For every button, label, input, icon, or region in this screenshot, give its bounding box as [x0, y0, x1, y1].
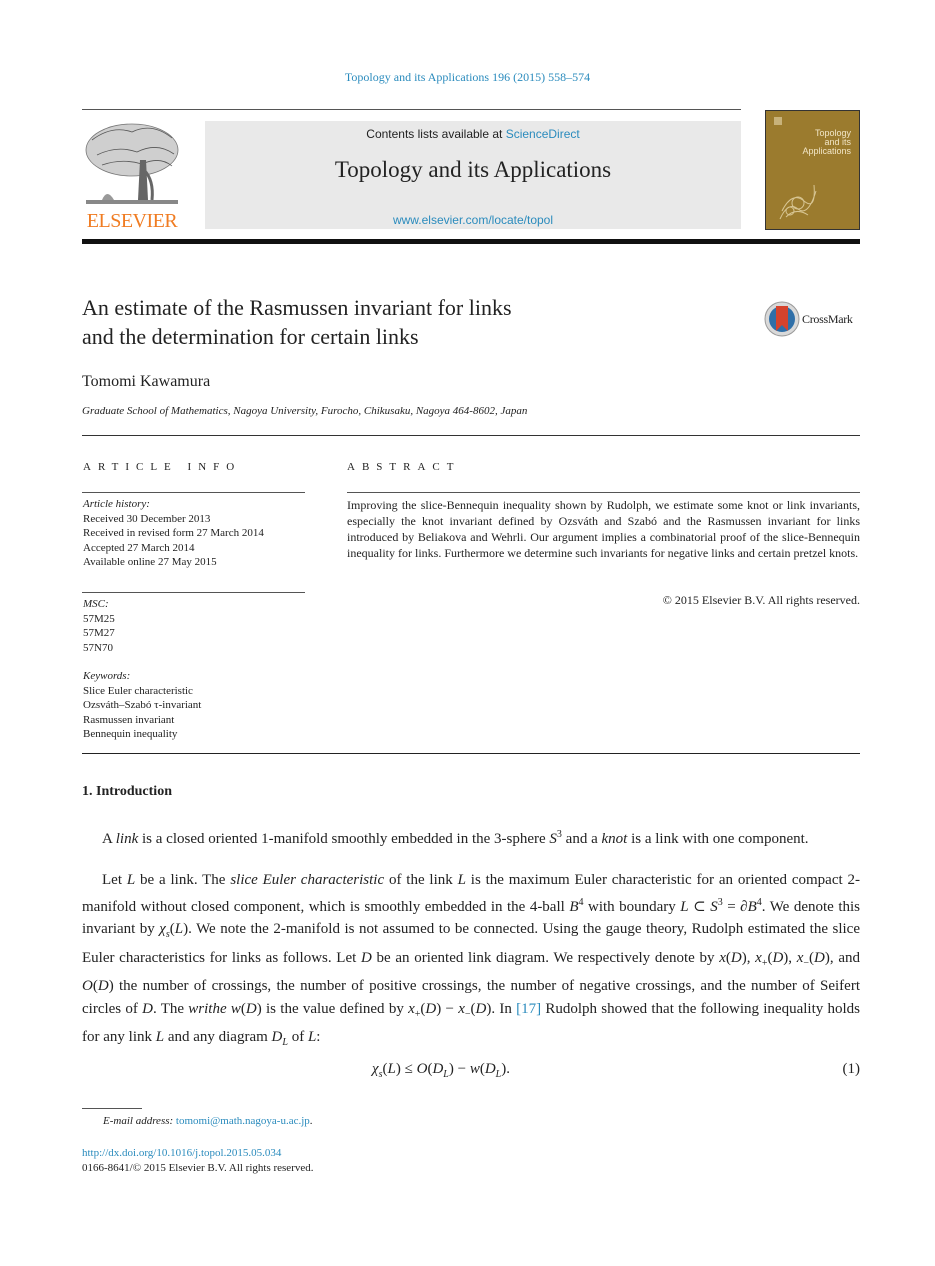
crossmark-icon — [764, 301, 800, 337]
article-info-heading: ARTICLE INFO — [83, 461, 242, 473]
keyword: Bennequin inequality — [83, 728, 178, 740]
keyword: Ozsváth–Szabó τ-invariant — [83, 699, 202, 711]
msc-code: 57M25 — [83, 612, 115, 625]
cover-pattern-icon — [779, 184, 817, 220]
front-matter-rule — [82, 435, 860, 436]
term-slice-euler-characteristic: slice Euler characteristic — [230, 872, 385, 888]
msc-code: 57M27 — [83, 627, 115, 639]
paragraph: Let L be a link. The slice Euler charact… — [82, 872, 861, 1048]
history-item: Accepted 27 March 2014 — [83, 541, 195, 554]
msc-code: 57N70 — [83, 641, 113, 654]
issn-copyright: 0166-8641/© 2015 Elsevier B.V. All right… — [82, 1162, 314, 1174]
abstract-heading: ABSTRACT — [347, 461, 461, 473]
journal-cover-thumbnail[interactable]: Topology and its Applications — [765, 110, 860, 230]
footnote-email: E-mail address: tomomi@math.nagoya-u.ac.… — [103, 1115, 313, 1127]
equation-body: χs(L) ≤ O(DL) − w(DL). — [372, 1061, 510, 1080]
term-knot: knot — [601, 831, 628, 847]
abstract-text: Improving the slice-Bennequin inequality… — [347, 498, 860, 560]
term-link: link — [115, 831, 139, 847]
msc-codes: MSC: 57M25 57M27 57N70 — [83, 597, 305, 655]
cover-title: Topology and its Applications — [802, 129, 851, 156]
author-affiliation: Graduate School of Mathematics, Nagoya U… — [82, 405, 528, 417]
reference-link[interactable]: [17] — [516, 1001, 541, 1017]
keyword: Slice Euler characteristic — [83, 684, 193, 697]
footnote-rule — [82, 1108, 142, 1109]
journal-masthead: Contents lists available at ScienceDirec… — [205, 121, 741, 229]
article-title-line: An estimate of the Rasmussen invariant f… — [82, 295, 512, 320]
crossmark-label: CrossMark — [802, 312, 853, 326]
doi-link[interactable]: http://dx.doi.org/10.1016/j.topol.2015.0… — [82, 1147, 281, 1159]
elsevier-wordmark: ELSEVIER — [86, 210, 178, 232]
article-title-line: and the determination for certain links — [82, 324, 419, 349]
keywords: Keywords: Slice Euler characteristic Ozs… — [83, 669, 305, 742]
header-thick-rule — [82, 239, 860, 244]
term-writhe: writhe — [188, 1000, 227, 1017]
contents-available-line: Contents lists available at ScienceDirec… — [205, 127, 741, 141]
msc-label: MSC: — [83, 598, 109, 610]
front-matter-end-rule — [82, 753, 860, 754]
article-info-rule — [82, 592, 305, 593]
elsevier-tree-icon — [85, 123, 179, 204]
journal-url-link[interactable]: www.elsevier.com/locate/topol — [205, 213, 741, 227]
history-item: Received in revised form 27 March 2014 — [83, 527, 264, 539]
header-rule — [82, 109, 741, 110]
article-history: Article history: Received 30 December 20… — [83, 497, 305, 570]
cover-title-line: Applications — [802, 146, 851, 156]
paragraph: A link is a closed oriented 1-manifold s… — [102, 829, 809, 847]
journal-reference-link[interactable]: Topology and its Applications 196 (2015)… — [0, 70, 935, 85]
email-link[interactable]: tomomi@math.nagoya-u.ac.jp — [176, 1115, 310, 1127]
article-title: An estimate of the Rasmussen invariant f… — [82, 293, 702, 351]
cover-emblem-icon — [774, 117, 782, 125]
article-info-rule — [82, 492, 305, 493]
equation-number: (1) — [842, 1061, 861, 1077]
keyword: Rasmussen invariant — [83, 713, 175, 726]
section-heading-introduction: 1. Introduction — [82, 784, 172, 799]
elsevier-logo[interactable]: ELSEVIER — [82, 120, 182, 232]
history-item: Received 30 December 2013 — [83, 512, 211, 525]
abstract-rule — [347, 492, 860, 493]
keywords-label: Keywords: — [83, 670, 131, 682]
author-name: Tomomi Kawamura — [82, 373, 211, 390]
history-item: Available online 27 May 2015 — [83, 556, 217, 568]
abstract-copyright: © 2015 Elsevier B.V. All rights reserved… — [662, 593, 860, 607]
sciencedirect-link[interactable]: ScienceDirect — [506, 127, 580, 141]
email-label: E-mail address: — [103, 1115, 174, 1127]
crossmark-button[interactable]: CrossMark — [764, 300, 864, 338]
contents-prefix: Contents lists available at — [366, 127, 506, 141]
article-history-label: Article history: — [83, 498, 150, 510]
journal-title: Topology and its Applications — [334, 157, 612, 182]
